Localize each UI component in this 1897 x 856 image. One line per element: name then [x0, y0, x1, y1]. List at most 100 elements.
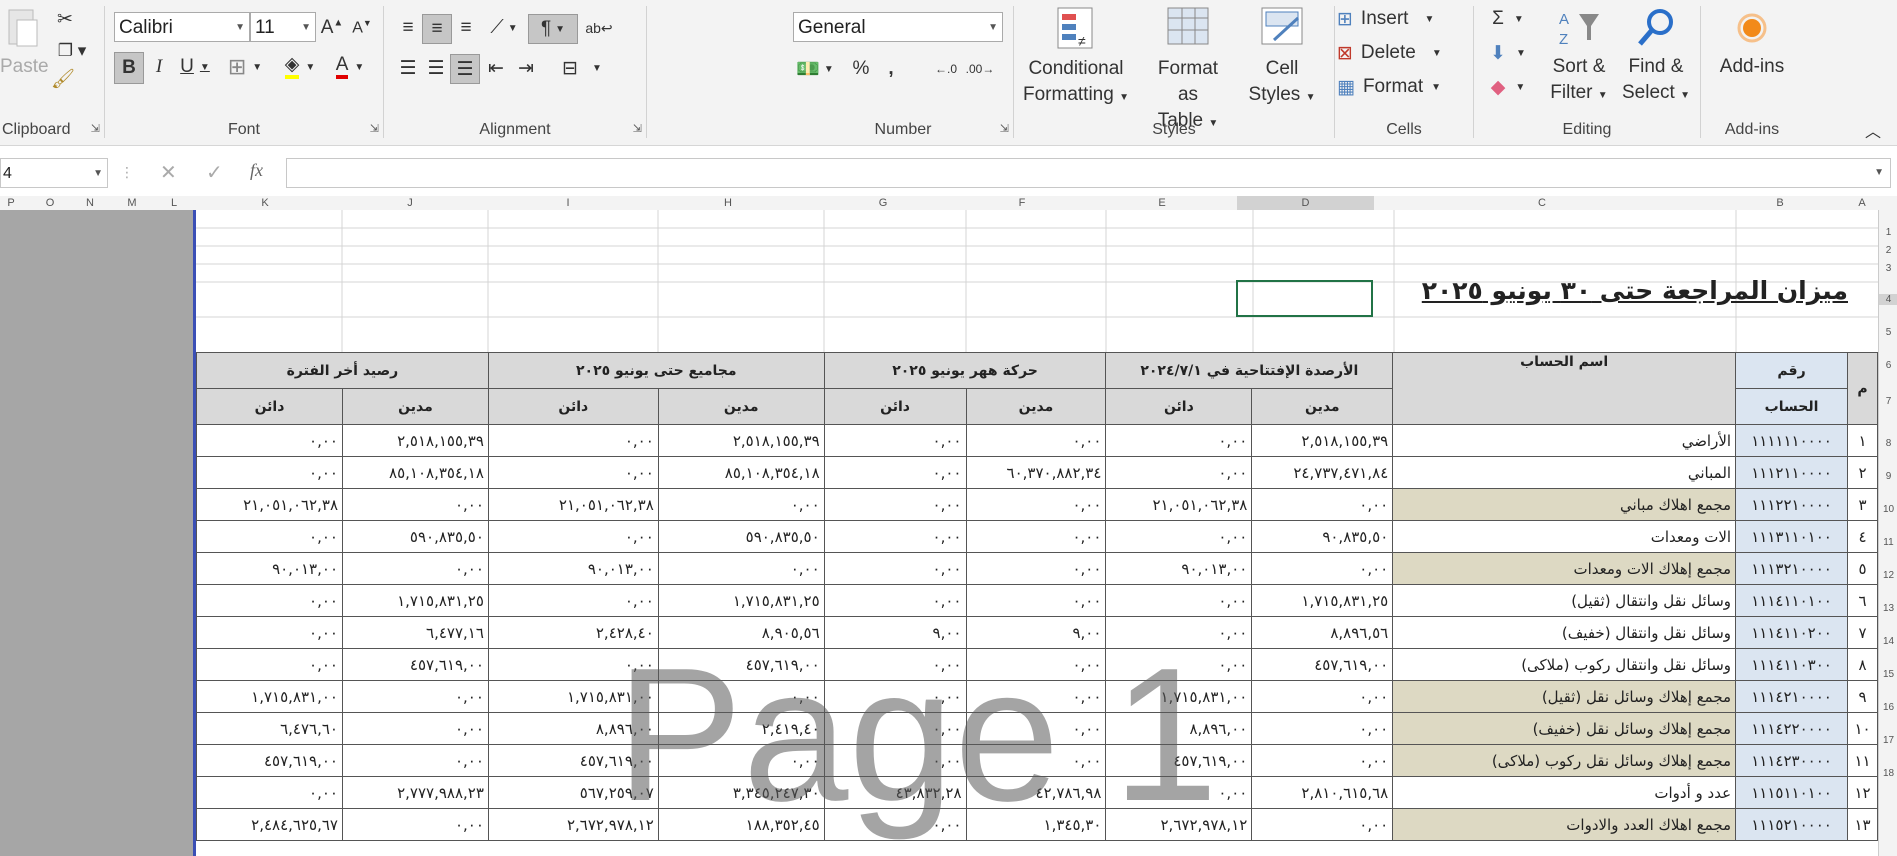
header-account-name[interactable]: اسم الحساب [1392, 352, 1737, 425]
format-as-table-button[interactable]: Format as Table ▼ [1146, 6, 1230, 137]
opening-credit-cell[interactable]: ٩٠,٠١٣,٠٠ [1105, 552, 1253, 585]
row-number-cell[interactable]: ٦ [1847, 584, 1878, 617]
account-name-cell[interactable]: الات ومعدات [1392, 520, 1737, 553]
row-header[interactable]: 14 [1879, 636, 1897, 647]
totals-credit-cell[interactable]: ٢١,٠٥١,٠٦٢,٣٨ [487, 488, 659, 521]
row-header[interactable]: 8 [1879, 438, 1897, 449]
balance-credit-cell[interactable]: ٠,٠٠ [196, 648, 343, 681]
movement-debit-cell[interactable]: ٠,٠٠ [965, 424, 1107, 457]
totals-debit-cell[interactable]: ٨٥,١٠٨,٣٥٤,١٨ [657, 456, 825, 489]
row-header-active[interactable]: 4 [1879, 294, 1897, 305]
clear-button[interactable]: ◆ ▼ [1482, 72, 1534, 102]
decrease-decimal-button[interactable]: .00→ [965, 54, 995, 84]
balance-credit-cell[interactable]: ٠,٠٠ [196, 424, 343, 457]
font-color-button[interactable]: A ▼ [327, 52, 373, 82]
shrink-font-button[interactable]: A▼ [349, 14, 375, 42]
balance-debit-cell[interactable]: ٠,٠٠ [342, 808, 489, 841]
account-number-cell[interactable]: ١١١٤٢١٠٠٠٠ [1735, 680, 1849, 713]
align-bottom-button[interactable]: ≡ [452, 14, 480, 42]
balance-credit-cell[interactable]: ٠,٠٠ [196, 456, 343, 489]
account-name-cell[interactable]: المباني [1392, 456, 1737, 489]
underline-button[interactable]: U ▼ [175, 52, 215, 82]
align-right-button[interactable]: ☰ [450, 54, 480, 84]
row-header[interactable]: 2 [1879, 245, 1897, 256]
column-header[interactable]: M [122, 196, 142, 210]
row-header[interactable]: 7 [1879, 396, 1897, 407]
column-header[interactable]: C [1532, 196, 1552, 210]
balance-debit-cell[interactable]: ٢,٧٧٧,٩٨٨,٢٣ [342, 776, 489, 809]
font-launcher-icon[interactable]: ⇲ [370, 122, 379, 135]
format-button[interactable]: ▦ Format ▼ [1337, 72, 1463, 102]
addins-button[interactable]: Add-ins [1709, 10, 1795, 80]
account-number-cell[interactable]: ١١١٢١١٠٠٠٠ [1735, 456, 1849, 489]
name-box[interactable]: 4 ▼ [0, 158, 108, 188]
account-number-cell[interactable]: ١١١٣١١٠١٠٠ [1735, 520, 1849, 553]
font-name-combo[interactable]: Calibri ▼ [114, 12, 250, 42]
accounting-format-button[interactable]: 💵 ▼ [793, 54, 837, 84]
font-size-combo[interactable]: 11 ▼ [250, 12, 316, 42]
account-number-cell[interactable]: ١١١٤١١٠٣٠٠ [1735, 648, 1849, 681]
row-header[interactable]: 1 [1879, 227, 1897, 238]
decrease-indent-button[interactable]: ⇤ [482, 54, 510, 82]
account-number-cell[interactable]: ١١١٤١١٠٢٠٠ [1735, 616, 1849, 649]
opening-debit-cell[interactable]: ٠,٠٠ [1251, 552, 1394, 585]
totals-credit-cell[interactable]: ٠,٠٠ [487, 456, 659, 489]
number-format-combo[interactable]: General ▼ [793, 12, 1003, 42]
column-header[interactable]: O [40, 196, 60, 210]
delete-button[interactable]: ⊠ Delete ▼ [1337, 38, 1463, 68]
cell-styles-button[interactable]: Cell Styles ▼ [1244, 6, 1320, 111]
borders-button[interactable]: ⊞ ▼ [223, 52, 267, 82]
column-header[interactable]: P [2, 196, 20, 210]
balance-credit-cell[interactable]: ٠,٠٠ [196, 520, 343, 553]
column-header[interactable]: E [1152, 196, 1172, 210]
row-number-cell[interactable]: ٩ [1847, 680, 1878, 713]
column-header[interactable]: F [1012, 196, 1032, 210]
row-header[interactable]: 17 [1879, 735, 1897, 746]
increase-indent-button[interactable]: ⇥ [512, 54, 540, 82]
balance-credit-cell[interactable]: ١,٧١٥,٨٣١,٠٠ [196, 680, 343, 713]
opening-debit-cell[interactable]: ٠,٠٠ [1251, 744, 1394, 777]
row-number-cell[interactable]: ٢ [1847, 456, 1878, 489]
column-header[interactable]: H [718, 196, 738, 210]
opening-debit-cell[interactable]: ١,٧١٥,٨٣١,٢٥ [1251, 584, 1394, 617]
number-launcher-icon[interactable]: ⇲ [1000, 122, 1009, 135]
account-name-cell[interactable]: وسائل نقل وانتقال (ثقيل) [1392, 584, 1737, 617]
account-name-cell[interactable]: عدد و أدوات [1392, 776, 1737, 809]
column-header[interactable]: N [80, 196, 100, 210]
account-name-cell[interactable]: مجمع إهلاك وسائل نقل ركوب (ملاكى) [1392, 744, 1737, 777]
account-number-cell[interactable]: ١١١٤١١٠١٠٠ [1735, 584, 1849, 617]
balance-credit-cell[interactable]: ٠,٠٠ [196, 616, 343, 649]
opening-debit-cell[interactable]: ٤٥٧,٦١٩,٠٠ [1251, 648, 1394, 681]
totals-debit-cell[interactable]: ١,٧١٥,٨٣١,٢٥ [657, 584, 825, 617]
header-credit[interactable]: دائن [1105, 388, 1253, 425]
sort-filter-button[interactable]: AZ Sort & Filter ▼ [1544, 6, 1614, 109]
movement-credit-cell[interactable]: ٠,٠٠ [823, 584, 967, 617]
insert-function-icon[interactable]: fx [250, 160, 263, 181]
movement-credit-cell[interactable]: ٠,٠٠ [823, 424, 967, 457]
balance-credit-cell[interactable]: ٦,٤٧٦,٦٠ [196, 712, 343, 745]
totals-debit-cell[interactable]: ٢,٥١٨,١٥٥,٣٩ [657, 424, 825, 457]
totals-debit-cell[interactable]: ٥٩٠,٨٣٥,٥٠ [657, 520, 825, 553]
balance-debit-cell[interactable]: ٠,٠٠ [342, 744, 489, 777]
account-name-cell[interactable]: مجمع إهلاك وسائل نقل (خفيف) [1392, 712, 1737, 745]
opening-credit-cell[interactable]: ٠,٠٠ [1105, 456, 1253, 489]
row-number-cell[interactable]: ٧ [1847, 616, 1878, 649]
row-header[interactable]: 18 [1879, 768, 1897, 779]
row-header[interactable]: 6 [1879, 360, 1897, 371]
opening-credit-cell[interactable]: ٠,٠٠ [1105, 584, 1253, 617]
header-debit[interactable]: مدين [1251, 388, 1394, 425]
movement-debit-cell[interactable]: ٠,٠٠ [965, 520, 1107, 553]
row-header[interactable]: 13 [1879, 603, 1897, 614]
row-number-cell[interactable]: ١٢ [1847, 776, 1878, 809]
opening-credit-cell[interactable]: ٠,٠٠ [1105, 520, 1253, 553]
clipboard-launcher-icon[interactable]: ⇲ [91, 122, 100, 135]
totals-credit-cell[interactable]: ٠,٠٠ [487, 424, 659, 457]
header-balance[interactable]: رصيد أخر الفترة [196, 352, 489, 389]
balance-credit-cell[interactable]: ٢١,٠٥١,٠٦٢,٣٨ [196, 488, 343, 521]
balance-debit-cell[interactable]: ١,٧١٥,٨٣١,٢٥ [342, 584, 489, 617]
column-header[interactable]: J [400, 196, 420, 210]
row-header[interactable]: 12 [1879, 570, 1897, 581]
header-credit[interactable]: دائن [487, 388, 659, 425]
row-number-cell[interactable]: ١٠ [1847, 712, 1878, 745]
account-name-cell[interactable]: وسائل نقل وانتقال ركوب (ملاكى) [1392, 648, 1737, 681]
